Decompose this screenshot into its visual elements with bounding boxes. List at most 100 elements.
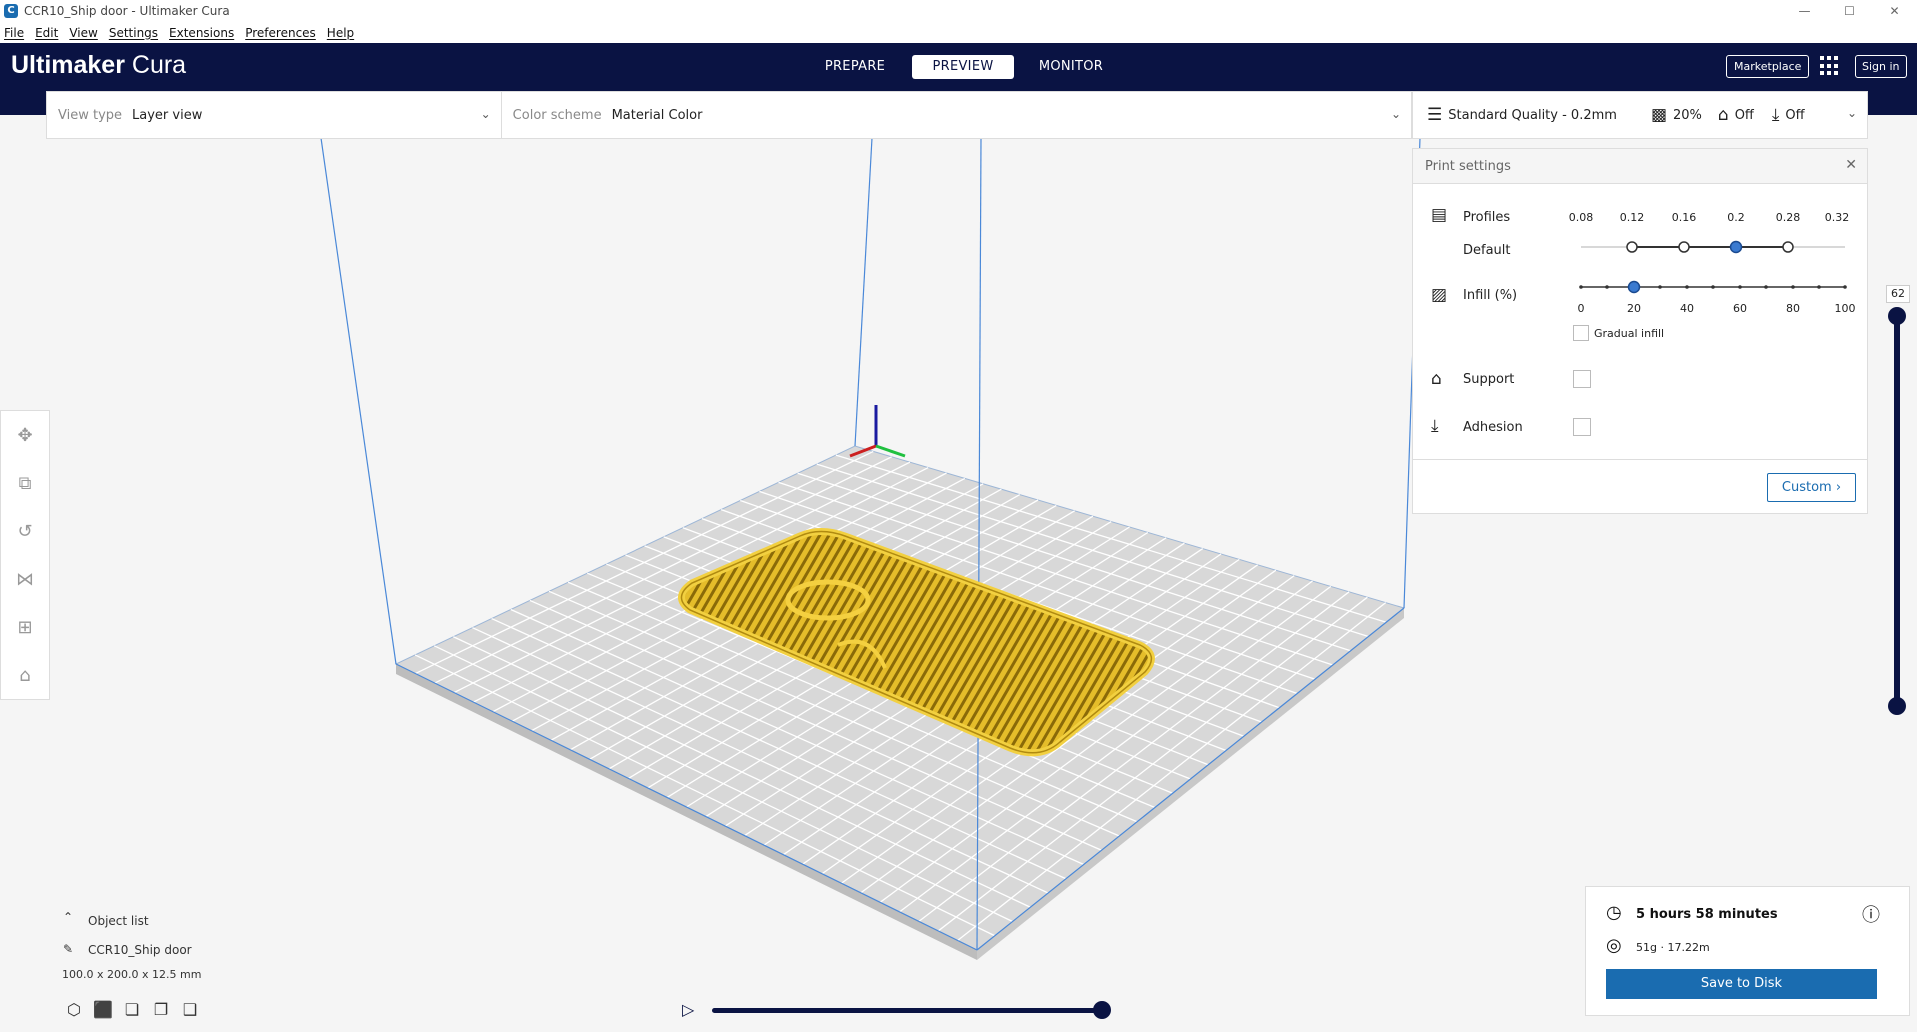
custom-settings-button[interactable]: Custom › [1767,473,1856,502]
menu-extensions[interactable]: Extensions [168,26,235,40]
view-top-icon[interactable]: ❏ [122,1000,142,1020]
layer-slider-lower-handle[interactable] [1888,697,1906,715]
scale-tool-icon[interactable]: ⧉ [14,473,36,495]
infill-tick: 20 [1627,302,1641,315]
quality-label: Standard Quality - 0.2mm [1448,107,1617,123]
view-type-dropdown[interactable]: View type Layer view ⌄ [47,92,502,138]
mirror-tool-icon[interactable]: ⋈ [14,569,36,591]
color-scheme-label: Color scheme [512,107,602,123]
window-controls: — ☐ ✕ [1782,0,1917,22]
print-setup-selector[interactable]: ☰ Standard Quality - 0.2mm ▩ 20% ⌂ Off ⤓… [1412,91,1868,139]
infill-tick: 80 [1786,302,1800,315]
infill-summary-value: 20% [1673,107,1702,123]
save-to-disk-button[interactable]: Save to Disk [1606,969,1877,999]
move-tool-icon[interactable]: ✥ [14,425,36,447]
spool-icon: ◎ [1606,935,1622,956]
apps-grid-icon[interactable] [1820,56,1840,76]
object-list-header[interactable]: Object list [88,914,149,928]
sliders-icon: ☰ [1427,105,1443,125]
color-scheme-dropdown[interactable]: Color scheme Material Color ⌄ [502,92,1411,138]
adhesion-icon: ⤓ [1771,105,1780,125]
menu-edit[interactable]: Edit [34,26,59,40]
menu-file[interactable]: File [3,26,25,40]
infill-tick: 0 [1577,302,1585,315]
path-slider-track[interactable] [712,1008,1105,1013]
window-titlebar: C CCR10_Ship door - Ultimaker Cura — ☐ ✕ [0,0,1917,22]
play-icon[interactable]: ▷ [682,1000,694,1019]
view-options-bar: View type Layer view ⌄ Color scheme Mate… [46,91,1412,139]
gradual-infill-label: Gradual infill [1594,327,1665,340]
clock-icon: ◷ [1606,902,1622,923]
menu-settings[interactable]: Settings [108,26,159,40]
layer-slider-track [1894,315,1900,709]
view-type-value: Layer view [132,107,203,123]
profile-name: Default [1463,243,1511,258]
divider [1413,459,1867,460]
infill-tick: 40 [1680,302,1694,315]
view-front-icon[interactable]: ⬛ [93,1000,113,1020]
chevron-down-icon[interactable]: ⌄ [1847,106,1857,120]
tab-preview[interactable]: PREVIEW [912,55,1014,79]
infill-label: Infill (%) [1463,288,1518,303]
close-window-button[interactable]: ✕ [1872,0,1917,22]
menu-preferences[interactable]: Preferences [244,26,317,40]
layer-height-tick: 0.28 [1775,211,1801,224]
print-settings-title: Print settings [1425,158,1511,174]
layer-slider-upper-handle[interactable] [1888,307,1906,325]
ultimaker-cura-logo: Ultimaker Cura [11,51,187,79]
adhesion-summary[interactable]: ⤓ Off [1772,105,1805,125]
support-checkbox[interactable] [1573,370,1591,388]
quality-summary[interactable]: ☰ Standard Quality - 0.2mm [1427,105,1617,125]
per-model-settings-icon[interactable]: ⊞ [14,617,36,639]
restore-button[interactable]: ☐ [1827,0,1872,22]
layer-height-tick: 0.16 [1671,211,1697,224]
view-left-icon[interactable]: ❐ [151,1000,171,1020]
support-summary[interactable]: ⌂ Off [1718,105,1754,125]
chevron-down-icon: ⌄ [1390,107,1401,121]
adhesion-checkbox[interactable] [1573,418,1591,436]
adhesion-icon: ⤓ [1431,416,1439,436]
infill-tick: 60 [1733,302,1747,315]
material-estimate: 51g · 17.22m [1636,941,1710,954]
stage-tabs: PREPARE PREVIEW MONITOR [804,55,1128,79]
infill-slider[interactable] [1573,277,1853,297]
support-blocker-icon[interactable]: ⌂ [14,665,36,687]
gradual-infill-checkbox[interactable] [1573,325,1589,341]
rotate-tool-icon[interactable]: ↺ [14,521,36,543]
window-title: CCR10_Ship door - Ultimaker Cura [24,4,230,18]
layer-height-tick: 0.08 [1568,211,1594,224]
infill-tick: 100 [1834,302,1856,315]
layer-height-tick: 0.32 [1824,211,1850,224]
adhesion-label: Adhesion [1463,420,1523,435]
color-scheme-value: Material Color [611,107,703,123]
view-right-icon[interactable]: ❑ [180,1000,200,1020]
layer-height-slider[interactable] [1573,237,1853,257]
menu-bar: File Edit View Settings Extensions Prefe… [0,22,1917,43]
object-dimensions: 100.0 x 200.0 x 12.5 mm [62,968,202,981]
chevron-up-icon[interactable]: ⌃ [63,910,73,924]
layer-slider[interactable] [1882,285,1912,725]
menu-help[interactable]: Help [326,26,355,40]
profiles-icon: ▤ [1431,205,1448,225]
support-icon: ⌂ [1717,105,1729,125]
object-name[interactable]: CCR10_Ship door [88,943,192,957]
menu-view[interactable]: View [68,26,98,40]
infill-summary[interactable]: ▩ 20% [1651,105,1702,125]
marketplace-button[interactable]: Marketplace [1726,55,1810,78]
print-settings-header: Print settings [1413,149,1867,184]
pencil-icon: ✎ [63,942,74,956]
infill-icon: ▨ [1431,285,1448,305]
tab-monitor[interactable]: MONITOR [1020,55,1122,79]
tab-prepare[interactable]: PREPARE [804,55,906,79]
view-3d-icon[interactable]: ⬡ [64,1000,84,1020]
path-slider-handle[interactable] [1093,1001,1111,1019]
print-output-panel: ◷ 5 hours 58 minutes ⓘ ◎ 51g · 17.22m Sa… [1585,886,1910,1016]
profiles-label: Profiles [1463,210,1511,225]
sign-in-button[interactable]: Sign in [1855,55,1907,78]
close-icon[interactable]: ✕ [1845,157,1857,173]
minimize-button[interactable]: — [1782,0,1827,22]
print-time: 5 hours 58 minutes [1636,907,1778,922]
adhesion-summary-value: Off [1785,107,1805,123]
info-icon[interactable]: ⓘ [1862,901,1880,927]
transform-tools: ✥ ⧉ ↺ ⋈ ⊞ ⌂ [0,410,50,700]
